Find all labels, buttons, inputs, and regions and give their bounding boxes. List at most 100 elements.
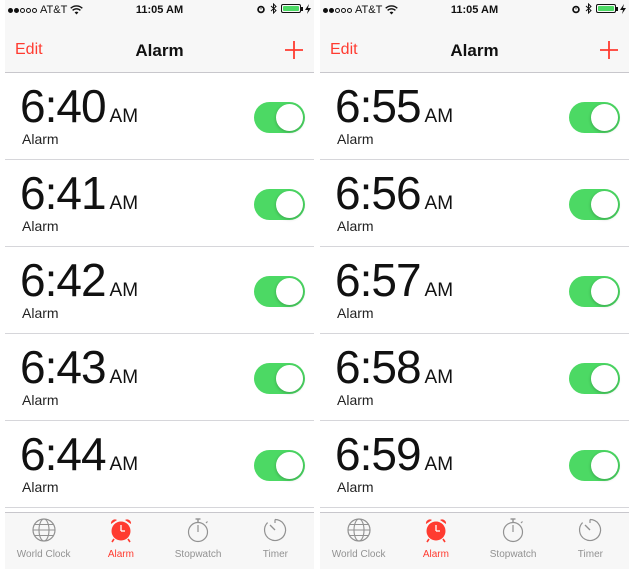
toggle-knob — [276, 278, 303, 305]
alarm-row[interactable]: 6:58 AM Alarm — [320, 334, 629, 421]
bluetooth-icon — [270, 3, 277, 14]
alarm-time: 6:59 AM — [335, 427, 453, 481]
alarm-toggle[interactable] — [254, 276, 305, 307]
toggle-knob — [591, 365, 618, 392]
alarm-time: 6:41 AM — [20, 166, 138, 220]
alarm-time: 6:42 AM — [20, 253, 138, 307]
alarm-toggle[interactable] — [569, 189, 620, 220]
status-icons — [571, 3, 626, 14]
alarm-label: Alarm — [22, 131, 59, 147]
toggle-knob — [591, 191, 618, 218]
alarm-row[interactable]: 6:59 AM Alarm — [320, 421, 629, 508]
alarm-time-value: 6:55 — [335, 80, 422, 132]
navigation-bar: Edit Alarm — [320, 20, 629, 73]
alarm-label: Alarm — [337, 131, 374, 147]
bluetooth-icon — [585, 3, 592, 14]
tab-alarm[interactable]: Alarm — [82, 513, 159, 569]
alarm-time: 6:58 AM — [335, 340, 453, 394]
plus-icon[interactable] — [599, 40, 619, 60]
tab-stopwatch[interactable]: Stopwatch — [160, 513, 237, 569]
tab-label: Timer — [262, 549, 288, 560]
battery-icon — [281, 4, 303, 13]
tab-bar: World Clock Alarm Stopwatch Timer — [5, 512, 314, 569]
alarm-time-value: 6:58 — [335, 341, 422, 393]
alarm-row[interactable]: 6:56 AM Alarm — [320, 160, 629, 247]
alarm-time: 6:55 AM — [335, 79, 453, 133]
tab-timer[interactable]: Timer — [237, 513, 314, 569]
alarm-row[interactable]: 6:57 AM Alarm — [320, 247, 629, 334]
alarm-time-value: 6:44 — [20, 428, 107, 480]
tab-alarm[interactable]: Alarm — [397, 513, 474, 569]
alarm-toggle[interactable] — [569, 276, 620, 307]
tab-label: Stopwatch — [174, 549, 222, 560]
tab-world-clock[interactable]: World Clock — [320, 513, 397, 569]
alarm-ampm: AM — [424, 367, 454, 388]
alarm-time-value: 6:59 — [335, 428, 422, 480]
alarm-toggle[interactable] — [569, 363, 620, 394]
status-bar: AT&T 11:05 AM — [320, 0, 629, 20]
toggle-knob — [591, 278, 618, 305]
alarm-time: 6:43 AM — [20, 340, 138, 394]
alarm-toggle[interactable] — [569, 450, 620, 481]
toggle-knob — [276, 365, 303, 392]
alarm-row[interactable]: 6:41 AM Alarm — [5, 160, 314, 247]
alarm-time: 6:40 AM — [20, 79, 138, 133]
alarm-label: Alarm — [337, 392, 374, 408]
tab-world-clock[interactable]: World Clock — [5, 513, 82, 569]
alarm-time: 6:56 AM — [335, 166, 453, 220]
alarm-row[interactable]: 6:40 AM Alarm — [5, 73, 314, 160]
alarm-toggle[interactable] — [569, 102, 620, 133]
alarm-time-value: 6:57 — [335, 254, 422, 306]
alarm-ampm: AM — [109, 367, 139, 388]
alarm-time-value: 6:40 — [20, 80, 107, 132]
alarm-ampm: AM — [109, 106, 139, 127]
status-bar: AT&T 11:05 AM — [5, 0, 314, 20]
alarm-label: Alarm — [22, 218, 59, 234]
alarm-list: 6:55 AM Alarm 6:56 AM Alarm 6:57 AM Alarm 6:58 AM A… — [320, 73, 629, 508]
tab-timer[interactable]: Timer — [552, 513, 629, 569]
alarm-status-icon — [572, 5, 580, 13]
alarm-toggle[interactable] — [254, 102, 305, 133]
alarm-list: 6:40 AM Alarm 6:41 AM Alarm 6:42 AM Alarm 6:43 AM A… — [5, 73, 314, 508]
page-title: Alarm — [135, 41, 184, 60]
alarm-label: Alarm — [337, 218, 374, 234]
navigation-bar: Edit Alarm — [5, 20, 314, 73]
alarm-time: 6:44 AM — [20, 427, 138, 481]
alarm-time-value: 6:56 — [335, 167, 422, 219]
alarm-ampm: AM — [424, 280, 454, 301]
alarm-label: Alarm — [337, 479, 374, 495]
alarm-time: 6:57 AM — [335, 253, 453, 307]
toggle-knob — [276, 104, 303, 131]
battery-icon — [596, 4, 618, 13]
alarm-time-value: 6:43 — [20, 341, 107, 393]
alarm-ampm: AM — [424, 454, 454, 475]
alarm-label: Alarm — [22, 479, 59, 495]
alarm-label: Alarm — [337, 305, 374, 321]
alarm-ampm: AM — [109, 454, 139, 475]
alarm-row[interactable]: 6:44 AM Alarm — [5, 421, 314, 508]
alarm-status-icon — [257, 5, 265, 13]
tab-label: World Clock — [331, 549, 386, 560]
toggle-knob — [591, 452, 618, 479]
tab-bar: World Clock Alarm Stopwatch Timer — [320, 512, 629, 569]
alarm-row[interactable]: 6:55 AM Alarm — [320, 73, 629, 160]
alarm-label: Alarm — [22, 392, 59, 408]
alarm-ampm: AM — [109, 193, 139, 214]
toggle-knob — [276, 452, 303, 479]
plus-icon[interactable] — [284, 40, 304, 60]
alarm-toggle[interactable] — [254, 450, 305, 481]
alarm-label: Alarm — [22, 305, 59, 321]
tab-label: Alarm — [422, 549, 449, 560]
alarm-row[interactable]: 6:43 AM Alarm — [5, 334, 314, 421]
tab-label: Alarm — [107, 549, 134, 560]
tab-stopwatch[interactable]: Stopwatch — [475, 513, 552, 569]
phone-screen-left: AT&T 11:05 AM Edit Alarm 6:40 AM Alarm 6:41… — [5, 0, 314, 569]
alarm-toggle[interactable] — [254, 363, 305, 394]
alarm-row[interactable]: 6:42 AM Alarm — [5, 247, 314, 334]
alarm-toggle[interactable] — [254, 189, 305, 220]
tab-label: Stopwatch — [489, 549, 537, 560]
alarm-ampm: AM — [109, 280, 139, 301]
alarm-ampm: AM — [424, 193, 454, 214]
phone-screen-right: AT&T 11:05 AM Edit Alarm 6:55 AM Alarm 6:56… — [320, 0, 629, 569]
toggle-knob — [591, 104, 618, 131]
